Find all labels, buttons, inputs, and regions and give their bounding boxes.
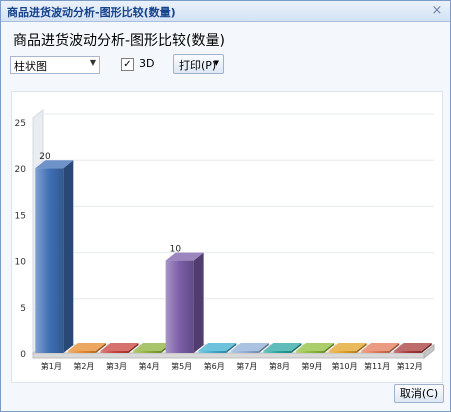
data-label: 10 [170, 245, 182, 255]
chart-area: 0 5 10 15 20 25 20 第1月 第2月 第3月 第4月 10 第5月 第6月 第7月 第8月 第9… [11, 91, 443, 383]
y-tick-label: 20 [15, 165, 27, 175]
bar [165, 260, 194, 353]
bar [263, 351, 292, 353]
x-tick-label: 第8月 [269, 361, 290, 371]
x-tick-label: 第9月 [301, 361, 322, 371]
chart-type-select[interactable]: 柱状图 ▼ [10, 56, 100, 74]
bar-side [63, 160, 74, 353]
cancel-button[interactable]: 取消(C) [394, 384, 444, 403]
x-tick-label: 第7月 [236, 361, 257, 371]
x-tick-label: 第11月 [364, 361, 390, 371]
bar [328, 351, 357, 353]
x-tick-label: 第5月 [171, 361, 192, 371]
y-tick-label: 5 [20, 304, 26, 314]
y-tick-label: 10 [15, 258, 27, 268]
data-label: 20 [39, 152, 51, 162]
y-tick-label: 0 [20, 350, 26, 360]
title-bar[interactable]: 商品进货波动分析-图形比较(数量) × [1, 1, 450, 22]
bar [67, 351, 96, 353]
close-icon[interactable]: × [430, 4, 444, 18]
x-tick-label: 第1月 [41, 361, 62, 371]
chevron-down-icon: ▼ [89, 58, 96, 67]
3d-checkbox[interactable]: ✓ [121, 58, 134, 71]
bar [100, 351, 129, 353]
bar [35, 168, 64, 353]
bar [133, 351, 162, 353]
x-tick-label: 第12月 [397, 361, 423, 371]
print-button[interactable]: 打印(P) ▼ [173, 54, 224, 74]
bar [230, 351, 259, 353]
x-tick-label: 第3月 [106, 361, 127, 371]
chart-type-value: 柱状图 [14, 60, 47, 73]
chart-floor-front [32, 352, 425, 359]
bar [295, 351, 324, 353]
x-tick-label: 第6月 [204, 361, 225, 371]
bar-chart: 0 5 10 15 20 25 20 第1月 第2月 第3月 第4月 10 第5月 第6月 第7月 第8月 第9… [15, 108, 436, 371]
page-title: 商品进货波动分析-图形比较(数量) [13, 33, 225, 49]
y-tick-label: 15 [15, 211, 26, 221]
dialog-window: 商品进货波动分析-图形比较(数量) × 商品进货波动分析-图形比较(数量) 柱状… [0, 0, 451, 412]
x-tick-label: 第2月 [73, 361, 94, 371]
bar-side [193, 252, 204, 353]
bar [361, 351, 390, 353]
x-tick-label: 第10月 [331, 361, 357, 371]
3d-checkbox-label: 3D [139, 57, 155, 70]
x-tick-label: 第4月 [138, 361, 159, 371]
window-title: 商品进货波动分析-图形比较(数量) [7, 6, 176, 19]
y-tick-label: 25 [15, 119, 26, 129]
chevron-down-icon: ▼ [213, 59, 219, 67]
print-button-label: 打印(P) [179, 59, 217, 72]
bar [198, 351, 227, 353]
bar [393, 351, 422, 353]
